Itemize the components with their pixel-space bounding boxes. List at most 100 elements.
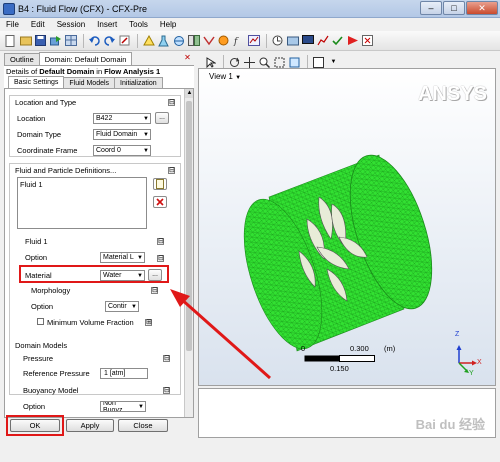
interface-icon[interactable]	[202, 34, 215, 47]
import-icon[interactable]	[49, 34, 62, 47]
rotate-icon[interactable]	[228, 56, 241, 69]
collapse-fluid-defs-icon[interactable]: ⊟	[168, 167, 175, 174]
location-label: Location	[17, 114, 46, 123]
tab-initialization[interactable]: Initialization	[114, 77, 163, 88]
tab-basic-settings[interactable]: Basic Settings	[8, 76, 65, 88]
maximize-button[interactable]: □	[443, 1, 465, 15]
solver-icon[interactable]	[247, 34, 260, 47]
menu-edit[interactable]: Edit	[25, 20, 51, 29]
coord-frame-value: Coord 0	[96, 147, 121, 154]
axis-y-label: Y	[469, 370, 474, 377]
domain-type-select[interactable]: Fluid Domain ▼	[93, 129, 151, 140]
open-file-icon[interactable]	[19, 34, 32, 47]
details-panel: Outline Domain: Default Domain ✕ Details…	[4, 52, 194, 462]
details-in: in	[96, 66, 103, 76]
close-window-button[interactable]: ✕	[466, 1, 498, 15]
chevron-down-icon: ▼	[137, 254, 143, 261]
morph-option-select[interactable]: Contir ▼	[105, 301, 139, 312]
min-volume-checkbox[interactable]	[37, 318, 44, 325]
expression-icon[interactable]: f	[232, 34, 245, 47]
redo-icon[interactable]	[103, 34, 116, 47]
undo-icon[interactable]	[88, 34, 101, 47]
window-title-bar: B4 : Fluid Flow (CFX) - CFX-Pre ‒ □ ✕	[0, 0, 500, 18]
chart-icon[interactable]	[316, 34, 329, 47]
scroll-thumb[interactable]	[186, 101, 192, 351]
chevron-down-icon: ▼	[138, 403, 144, 410]
expand-min-volume-icon[interactable]: ⊞	[145, 319, 152, 326]
add-fluid-button[interactable]	[153, 178, 167, 190]
zoom-box-icon[interactable]	[273, 56, 286, 69]
delete-fluid-button[interactable]	[153, 196, 167, 208]
buoyancy-option-label: Option	[23, 402, 46, 411]
collapse-option-icon[interactable]: ⊟	[157, 255, 164, 262]
scroll-up-icon[interactable]: ▲	[185, 89, 193, 98]
output-control-icon[interactable]	[286, 34, 299, 47]
ref-pressure-input[interactable]: 1 [atm]	[100, 368, 148, 379]
scale-tick-150: 0.150	[330, 364, 349, 373]
fit-view-icon[interactable]	[288, 56, 301, 69]
boundary-icon[interactable]	[172, 34, 185, 47]
dialog-buttons: OK Apply Close	[4, 415, 194, 436]
new-file-icon[interactable]	[4, 34, 17, 47]
collapse-pressure-icon[interactable]: ⊟	[163, 355, 170, 362]
zoom-icon[interactable]	[258, 56, 271, 69]
chevron-down-icon: ▼	[143, 147, 149, 154]
fluid-list[interactable]: Fluid 1	[17, 177, 147, 229]
menu-file[interactable]: File	[0, 20, 25, 29]
collapse-morphology-icon[interactable]: ⊟	[151, 287, 158, 294]
3d-viewport[interactable]: View 1 ▼ ANSYS 0 0.300 (m) 0.150 Z X Y	[198, 68, 496, 386]
close-doc-icon[interactable]	[361, 34, 374, 47]
menu-bar: File Edit Session Insert Tools Help	[0, 18, 500, 31]
menu-help[interactable]: Help	[154, 20, 182, 29]
source-icon[interactable]	[217, 34, 230, 47]
tab-fluid-models[interactable]: Fluid Models	[63, 77, 116, 88]
monitor-icon[interactable]	[301, 34, 314, 47]
fluid-defs-header: Fluid and Particle Definitions...	[15, 166, 117, 175]
edit-icon[interactable]	[118, 34, 131, 47]
domain-type-value: Fluid Domain	[96, 131, 138, 138]
collapse-fluid1-icon[interactable]: ⊟	[157, 238, 164, 245]
location-select[interactable]: B422 ▼	[93, 113, 151, 124]
define-run-icon[interactable]	[346, 34, 359, 47]
menu-insert[interactable]: Insert	[91, 20, 123, 29]
buoyancy-option-value: Non Buoyz	[103, 401, 123, 412]
chevron-down-icon: ▼	[143, 131, 149, 138]
tab-outline[interactable]: Outline	[4, 53, 40, 65]
location-type-header: Location and Type	[15, 98, 77, 107]
select-icon[interactable]	[204, 56, 217, 69]
domain-type-label: Domain Type	[17, 130, 62, 139]
coord-frame-select[interactable]: Coord 0 ▼	[93, 145, 151, 156]
menu-tools[interactable]: Tools	[123, 20, 154, 29]
list-item[interactable]: Fluid 1	[20, 180, 144, 189]
menu-session[interactable]: Session	[51, 20, 91, 29]
save-icon[interactable]	[34, 34, 47, 47]
collapse-location-icon[interactable]: ⊟	[168, 99, 175, 106]
coord-frame-label: Coordinate Frame	[17, 146, 78, 155]
option-select[interactable]: Material L ▼	[100, 252, 145, 263]
check-icon[interactable]	[331, 34, 344, 47]
timer-icon[interactable]	[271, 34, 284, 47]
location-browse-button[interactable]: ...	[155, 112, 169, 124]
morph-option-value: Contir	[108, 303, 127, 310]
collapse-buoyancy-icon[interactable]: ⊟	[163, 387, 170, 394]
buoyancy-option-select[interactable]: Non Buoyz ▼	[100, 401, 146, 412]
pan-icon[interactable]	[243, 56, 256, 69]
subdomain-icon[interactable]	[187, 34, 200, 47]
close-icon[interactable]: ✕	[183, 53, 192, 62]
details-prefix: Details of	[6, 66, 38, 76]
option-label: Option	[25, 253, 48, 262]
minimize-button[interactable]: ‒	[420, 1, 442, 15]
mesh-import-icon[interactable]	[64, 34, 77, 47]
ok-highlight	[6, 415, 64, 436]
flask-icon[interactable]	[157, 34, 170, 47]
apply-button[interactable]: Apply	[66, 419, 114, 432]
vertical-scrollbar[interactable]: ▲	[184, 89, 193, 417]
tab-domain[interactable]: Domain: Default Domain	[38, 52, 133, 65]
morphology-header: Morphology	[31, 286, 71, 295]
svg-text:f: f	[233, 37, 239, 46]
chevron-down-icon[interactable]: ▼	[327, 56, 340, 69]
viewport-layout-icon[interactable]	[312, 56, 325, 69]
axis-z-label: Z	[455, 331, 460, 338]
domain-icon[interactable]	[142, 34, 155, 47]
close-button[interactable]: Close	[118, 419, 168, 432]
